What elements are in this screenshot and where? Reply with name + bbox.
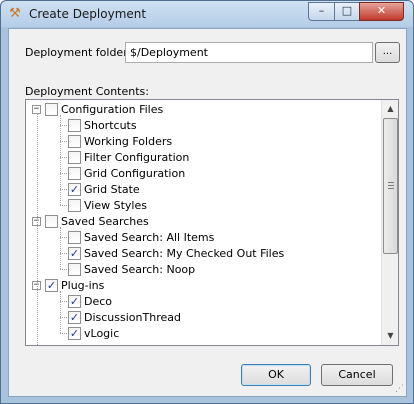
tree-connector-line <box>60 115 61 205</box>
tree-item-label: Working Folders <box>84 134 173 148</box>
close-button[interactable]: ✕ <box>359 2 404 21</box>
tree-connector-line <box>37 113 38 345</box>
tree-group-row[interactable]: − Saved Searches <box>32 213 149 229</box>
tree-connector-line <box>60 237 67 238</box>
maximize-button[interactable]: □ <box>334 2 360 21</box>
deployment-contents-label: Deployment Contents: <box>25 85 149 98</box>
tools-icon: ⚒ <box>9 6 21 21</box>
resize-grip-icon[interactable]: ⋰ <box>395 384 404 394</box>
item-checkbox[interactable] <box>68 118 81 132</box>
scroll-up-arrow-icon[interactable]: ▲ <box>383 101 398 117</box>
window-title: Create Deployment <box>29 7 147 21</box>
title-bar[interactable]: ⚒ Create Deployment – □ ✕ <box>1 1 413 27</box>
tree-group-label: Configuration Files <box>61 102 164 116</box>
tree-item-row[interactable]: Grid Configuration <box>68 165 185 181</box>
tree-connector-line <box>60 269 67 270</box>
deployment-folder-input[interactable] <box>125 42 373 63</box>
tree-item-row[interactable]: Saved Search: All Items <box>68 229 214 245</box>
item-checkbox[interactable]: ✓ <box>68 294 81 308</box>
tree-connector-line <box>60 189 67 190</box>
tree-item-row[interactable]: Working Folders <box>68 133 172 149</box>
tree-connector-line <box>60 301 67 302</box>
ok-button[interactable]: OK <box>241 364 311 386</box>
tree-item-row[interactable]: ✓ Deco <box>68 293 112 309</box>
vertical-scrollbar[interactable]: ▲ ▼ <box>381 100 398 345</box>
scroll-thumb[interactable] <box>383 118 398 254</box>
tree-item-label: Saved Search: Noop <box>84 262 196 276</box>
grip-line <box>388 182 394 183</box>
tree-connector-line <box>60 253 67 254</box>
item-checkbox[interactable] <box>68 230 81 244</box>
cancel-button[interactable]: Cancel <box>321 364 393 386</box>
item-checkbox[interactable] <box>68 150 81 164</box>
tree-connector-line <box>60 333 67 334</box>
tree-item-label: Grid State <box>84 182 140 196</box>
tree-item-label: vLogic <box>84 326 120 340</box>
tree-item-row[interactable]: ✓ Saved Search: My Checked Out Files <box>68 245 284 261</box>
tree-item-label: Grid Configuration <box>84 166 186 180</box>
group-checkbox[interactable] <box>45 102 58 116</box>
scroll-down-arrow-icon[interactable]: ▼ <box>383 328 398 344</box>
item-checkbox[interactable] <box>68 262 81 276</box>
item-checkbox[interactable]: ✓ <box>68 182 81 196</box>
tree-connector-line <box>60 291 61 333</box>
tree-item-label: Deco <box>84 294 113 308</box>
tree-connector-line <box>60 125 67 126</box>
item-checkbox[interactable] <box>68 198 81 212</box>
item-checkbox[interactable]: ✓ <box>68 326 81 340</box>
tree-item-label: Filter Configuration <box>84 150 190 164</box>
tree-item-row[interactable]: Shortcuts <box>68 117 137 133</box>
item-checkbox[interactable] <box>68 166 81 180</box>
dialog-window: ⚒ Create Deployment – □ ✕ Deployment fol… <box>0 0 414 404</box>
tree-item-label: DiscussionThread <box>84 310 181 324</box>
tree-connector-line <box>60 227 61 269</box>
tree-connector-line <box>60 205 67 206</box>
item-checkbox[interactable] <box>68 134 81 148</box>
tree-group-label: Plug-ins <box>61 278 105 292</box>
browse-button[interactable]: ... <box>375 42 400 63</box>
tree-connector-line <box>60 173 67 174</box>
tree-group-row[interactable]: − ✓ Plug-ins <box>32 277 104 293</box>
tree-item-row[interactable]: Saved Search: Noop <box>68 261 195 277</box>
tree-item-row[interactable]: ✓ vLogic <box>68 325 119 341</box>
tree-group-label: Saved Searches <box>61 214 149 228</box>
tree-item-row[interactable]: View Styles <box>68 197 147 213</box>
tree-item-row[interactable]: ✓ DiscussionThread <box>68 309 181 325</box>
dialog-body: Deployment folder: ... Deployment Conten… <box>8 28 407 397</box>
tree-item-label: View Styles <box>84 198 147 212</box>
item-checkbox[interactable]: ✓ <box>68 310 81 324</box>
tree-item-label: Saved Search: All Items <box>84 230 215 244</box>
tree-connector-line <box>60 317 67 318</box>
group-checkbox[interactable] <box>45 214 58 228</box>
tree-connector-line <box>60 157 67 158</box>
tree-item-label: Shortcuts <box>84 118 137 132</box>
tree-item-row[interactable]: Filter Configuration <box>68 149 189 165</box>
tree-connector-line <box>60 141 67 142</box>
tree-item-row[interactable]: ✓ Grid State <box>68 181 140 197</box>
grip-line <box>388 188 394 189</box>
grip-line <box>388 185 394 186</box>
minimize-button[interactable]: – <box>308 2 335 21</box>
deployment-contents-tree[interactable]: ▲ ▼ − Configuration Files Shortcuts Working… <box>25 99 399 346</box>
tree-item-label: Saved Search: My Checked Out Files <box>84 246 285 260</box>
deployment-folder-label: Deployment folder: <box>25 46 132 59</box>
tree-group-row[interactable]: − Configuration Files <box>32 101 163 117</box>
group-checkbox[interactable]: ✓ <box>45 278 58 292</box>
item-checkbox[interactable]: ✓ <box>68 246 81 260</box>
